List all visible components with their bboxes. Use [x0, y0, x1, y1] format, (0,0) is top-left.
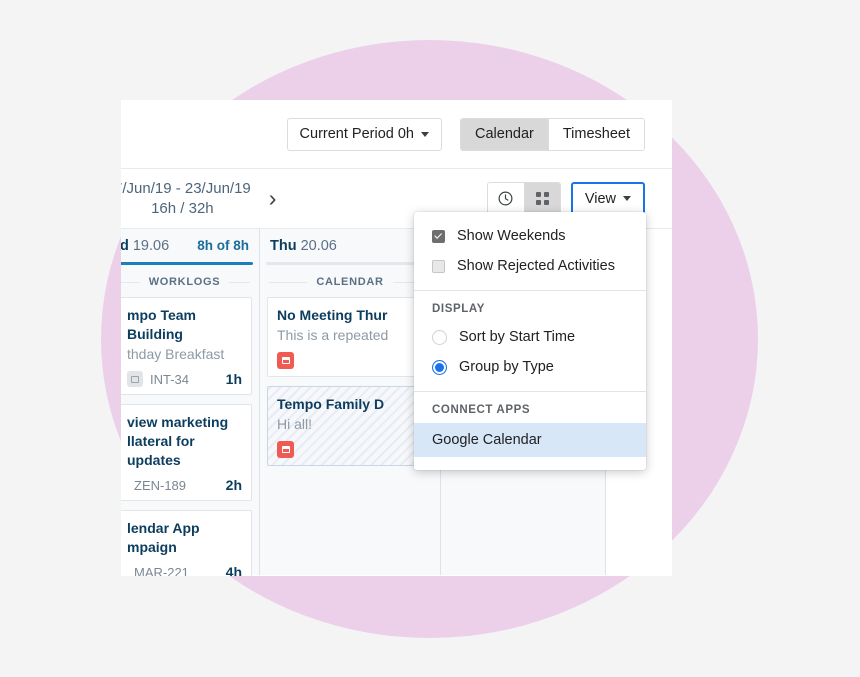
menu-section-display: DISPLAY Sort by Start Time Group by Type — [414, 290, 646, 391]
display-mode-icon-group — [486, 182, 561, 215]
event-description: This is a repeated — [277, 327, 389, 343]
checkbox-icon-unchecked[interactable] — [432, 259, 445, 273]
issue-key: ZEN-189 — [134, 477, 187, 493]
day-name-label: Thu 20.06 — [270, 238, 337, 254]
event-title: Tempo Family D — [277, 396, 385, 412]
menu-item-label: Sort by Start Time — [459, 329, 576, 345]
day-name-label: d 19.06 — [121, 238, 169, 254]
worklog-meta-row: ZEN-189 2h — [127, 477, 242, 493]
worklog-card[interactable]: mpo Team Building thday Breakfast INT-34… — [121, 297, 252, 395]
view-dropdown-menu: Show Weekends Show Rejected Activities D… — [414, 212, 646, 470]
period-range-text: 7/Jun/19 - 23/Jun/19 — [121, 179, 251, 197]
worklog-meta-row: MAR-221 4h — [127, 564, 242, 576]
rule-right — [229, 281, 251, 283]
worklog-title-line2: llateral for updates — [127, 433, 195, 468]
menu-item-show-rejected-activities[interactable]: Show Rejected Activities — [414, 251, 646, 281]
day-date: 19.06 — [132, 237, 170, 254]
menu-heading-connect-apps: CONNECT APPS — [432, 404, 531, 416]
day-hours-label: 8h of 8h — [197, 238, 249, 253]
worklog-subtitle: thday Breakfast — [127, 346, 225, 362]
section-label-text: WORKLOGS — [148, 276, 221, 288]
next-period-chevron-right-icon[interactable]: › — [269, 187, 277, 210]
menu-item-label: Show Rejected Activities — [457, 258, 615, 274]
subbar-actions: View — [486, 182, 645, 215]
event-meta-row — [277, 352, 423, 369]
issue-key: MAR-221 — [134, 564, 189, 577]
rule-left — [121, 281, 140, 283]
current-period-button[interactable]: Current Period 0h — [286, 117, 442, 151]
worklog-duration: 1h — [225, 371, 242, 387]
clock-view-button[interactable] — [487, 183, 524, 214]
menu-section-toggles: Show Weekends Show Rejected Activities — [414, 212, 646, 290]
issue-type-icon — [127, 371, 143, 387]
menu-item-label: Group by Type — [459, 359, 554, 375]
section-label-calendar: CALENDAR — [260, 265, 440, 297]
period-range-label: 7/Jun/19 - 23/Jun/19 16h / 32h — [121, 179, 251, 219]
calendar-event-icon — [277, 352, 294, 369]
menu-heading-display: DISPLAY — [432, 303, 485, 315]
checkbox-icon-checked[interactable] — [432, 229, 445, 243]
worklog-card[interactable]: view marketing llateral for updates ZEN-… — [121, 404, 252, 501]
day-header: Thu20.06 0 — [260, 229, 440, 262]
clock-icon — [498, 191, 513, 206]
view-mode-segmented-control: Calendar Timesheet — [460, 117, 645, 151]
event-description: Hi all! — [277, 416, 313, 432]
menu-item-label: Show Weekends — [457, 228, 566, 244]
calendar-event-card[interactable]: Tempo Family D Hi all! — [267, 386, 433, 466]
tab-calendar[interactable]: Calendar — [461, 118, 548, 150]
worklog-title-line2: mpaign — [127, 539, 177, 555]
worklog-title: mpo Team Building — [127, 307, 196, 342]
menu-item-sort-by-start-time[interactable]: Sort by Start Time — [414, 322, 646, 352]
event-meta-row — [277, 441, 423, 458]
menu-item-group-by-type[interactable]: Group by Type — [414, 352, 646, 382]
day-abbrev: d — [121, 237, 129, 254]
period-hours-text: 16h / 32h — [151, 199, 214, 217]
calendar-event-card[interactable]: No Meeting Thur This is a repeated — [267, 297, 433, 377]
chevron-down-icon — [421, 131, 429, 137]
day-column-wed: d 19.06 8h of 8h WORKLOGS mpo Team Buildi… — [121, 229, 260, 576]
tab-timesheet[interactable]: Timesheet — [547, 118, 644, 150]
menu-item-google-calendar[interactable]: Google Calendar — [414, 423, 646, 457]
section-label-text: CALENDAR — [316, 276, 384, 288]
day-date: 20.06 — [300, 237, 337, 254]
worklog-duration: 4h — [225, 564, 242, 576]
worklog-duration: 2h — [225, 477, 242, 493]
view-button-label: View — [584, 190, 616, 207]
menu-item-show-weekends[interactable]: Show Weekends — [414, 221, 646, 251]
rule-left — [269, 281, 308, 283]
worklog-card[interactable]: lendar App mpaign MAR-221 4h — [121, 510, 252, 576]
menu-section-connect-apps: CONNECT APPS Google Calendar — [414, 391, 646, 466]
top-toolbar: Current Period 0h Calendar Timesheet — [121, 100, 672, 169]
event-title: No Meeting Thur — [277, 307, 388, 323]
worklog-title: lendar App — [127, 520, 200, 536]
chevron-down-icon — [623, 196, 631, 201]
view-dropdown-button[interactable]: View — [570, 182, 645, 215]
grid-view-button[interactable] — [523, 183, 560, 214]
issue-key: INT-34 — [150, 371, 190, 387]
section-label-worklogs: WORKLOGS — [121, 265, 259, 297]
day-abbrev: Thu — [270, 237, 297, 254]
day-header: d 19.06 8h of 8h — [121, 229, 259, 262]
grid-icon — [536, 192, 549, 205]
worklog-meta-row: INT-34 1h — [127, 371, 242, 387]
current-period-label: Current Period 0h — [299, 126, 414, 142]
radio-icon-unselected[interactable] — [432, 329, 447, 345]
menu-item-label: Google Calendar — [432, 432, 542, 448]
radio-icon-selected[interactable] — [432, 359, 447, 375]
calendar-event-icon — [277, 441, 294, 458]
worklog-title: view marketing — [127, 414, 229, 430]
